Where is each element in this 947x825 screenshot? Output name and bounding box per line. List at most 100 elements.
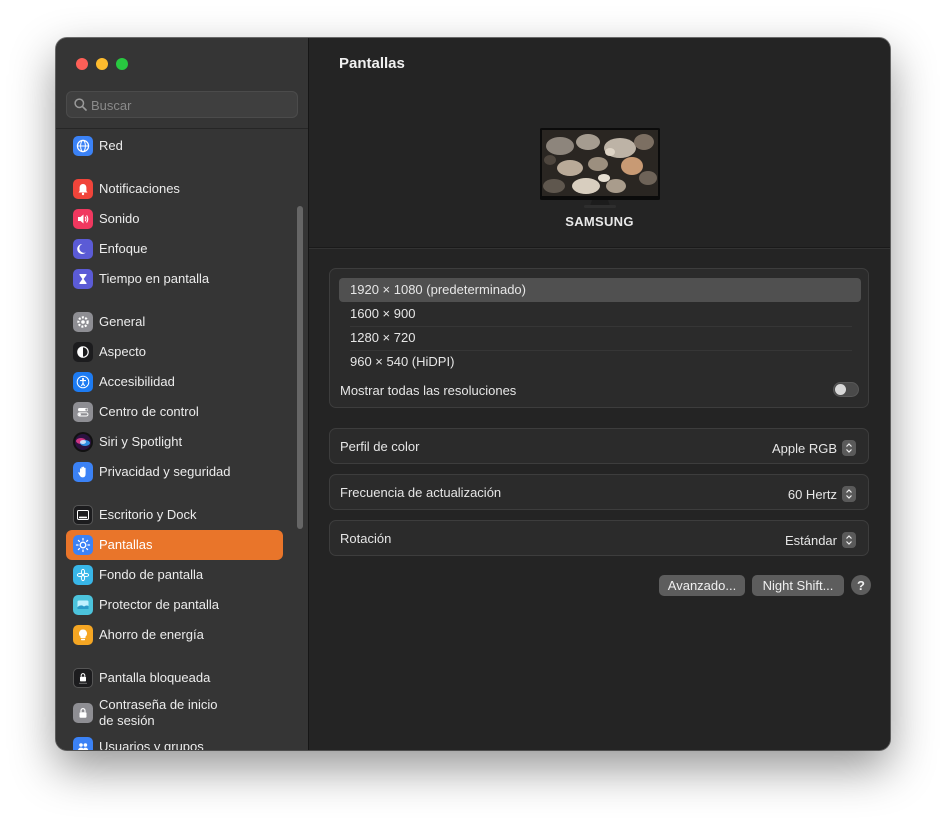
sidebar-item-label: Notificaciones xyxy=(99,181,180,196)
sidebar-item-centro-de-control[interactable]: Centro de control xyxy=(66,397,283,427)
sidebar-item-label: Protector de pantalla xyxy=(99,597,219,612)
sidebar-item-label: Fondo de pantalla xyxy=(99,567,204,582)
refresh-rate-label: Frecuencia de actualización xyxy=(340,485,502,500)
sidebar-item-usuarios-y-grupos[interactable]: Usuarios y grupos xyxy=(66,732,283,750)
sidebar-item-label: Pantallas xyxy=(99,537,153,552)
bell-icon xyxy=(73,179,93,199)
sidebar-item-label: Siri y Spotlight xyxy=(99,434,183,449)
sidebar-item-label: Ahorro de energía xyxy=(99,627,204,642)
search-field[interactable] xyxy=(66,91,298,118)
zoom-window-button[interactable] xyxy=(116,58,128,70)
resolution-option[interactable]: 1280 × 720 xyxy=(339,326,861,350)
sidebar-item-pantalla-bloqueada[interactable]: Pantalla bloqueada xyxy=(66,663,283,693)
globe-icon xyxy=(73,136,93,156)
header-divider-highlight xyxy=(309,248,890,249)
sidebar-list: Red Notificaciones Sonido Enfoque Tiempo… xyxy=(56,129,308,750)
screensaver-icon xyxy=(73,595,93,615)
sidebar-item-contrasena-de-inicio-de-sesion[interactable]: Contraseña de inicio de sesión xyxy=(66,697,283,728)
advanced-button[interactable]: Avanzado... xyxy=(659,575,745,596)
sidebar-item-label: Accesibilidad xyxy=(99,374,175,389)
rotation-row: Rotación Estándar xyxy=(329,520,869,556)
sidebar-item-accesibilidad[interactable]: Accesibilidad xyxy=(66,367,283,397)
sidebar-item-label: Enfoque xyxy=(99,241,148,256)
page-title: Pantallas xyxy=(339,55,405,72)
resolution-option[interactable]: 1600 × 900 xyxy=(339,302,861,326)
hourglass-icon xyxy=(73,269,93,289)
sidebar-item-enfoque[interactable]: Enfoque xyxy=(66,234,283,264)
search-icon xyxy=(74,98,87,111)
resolution-option[interactable]: 960 × 540 (HiDPI) xyxy=(339,350,861,374)
sidebar-item-notificaciones[interactable]: Notificaciones xyxy=(66,174,283,204)
lock-icon xyxy=(73,703,93,723)
resolution-label: 1920 × 1080 (predeterminado) xyxy=(350,282,526,297)
sun-icon xyxy=(73,535,93,555)
gear-icon xyxy=(73,312,93,332)
resolution-label: 1600 × 900 xyxy=(350,306,416,321)
speaker-icon xyxy=(73,209,93,229)
sidebar-item-general[interactable]: General xyxy=(66,307,283,337)
sidebar-scrollbar[interactable] xyxy=(297,206,303,529)
bulb-icon xyxy=(73,625,93,645)
sidebar-item-tiempo-en-pantalla[interactable]: Tiempo en pantalla xyxy=(66,264,283,294)
system-settings-window: Red Notificaciones Sonido Enfoque xyxy=(56,38,890,750)
sidebar-item-sonido[interactable]: Sonido xyxy=(66,204,283,234)
search-input[interactable] xyxy=(91,96,291,114)
minimize-window-button[interactable] xyxy=(96,58,108,70)
lock-screen-icon xyxy=(73,668,93,688)
help-button[interactable]: ? xyxy=(851,575,871,595)
resolution-option-selected[interactable]: 1920 × 1080 (predeterminado) xyxy=(339,278,861,302)
dock-icon xyxy=(73,505,93,525)
show-all-resolutions-label: Mostrar todas las resoluciones xyxy=(340,383,517,398)
sidebar-item-aspecto[interactable]: Aspecto xyxy=(66,337,283,367)
night-shift-button[interactable]: Night Shift... xyxy=(752,575,844,596)
sidebar-item-label: Sonido xyxy=(99,211,140,226)
main-pane: Pantallas SAMSUNG 1920 × 1080 (predeterm… xyxy=(309,38,890,750)
rotation-popup[interactable]: Estándar xyxy=(785,531,856,549)
sidebar-item-escritorio-y-dock[interactable]: Escritorio y Dock xyxy=(66,500,283,530)
updown-chevron-icon xyxy=(842,440,856,456)
moon-icon xyxy=(73,239,93,259)
resolution-card: 1920 × 1080 (predeterminado) 1600 × 900 … xyxy=(329,268,869,408)
sidebar-item-siri-y-spotlight[interactable]: Siri y Spotlight xyxy=(66,427,283,457)
resolution-label: 1280 × 720 xyxy=(350,330,416,345)
sidebar-item-label: Red xyxy=(99,138,123,153)
color-profile-popup[interactable]: Apple RGB xyxy=(772,439,856,457)
sidebar-item-ahorro-de-energia[interactable]: Ahorro de energía xyxy=(66,620,283,650)
sidebar-item-label: Aspecto xyxy=(99,344,146,359)
color-profile-row: Perfil de color Apple RGB xyxy=(329,428,869,464)
show-all-resolutions-toggle[interactable] xyxy=(833,382,859,397)
sidebar-item-label: Tiempo en pantalla xyxy=(99,271,210,286)
toggle-knob xyxy=(835,384,846,395)
accessibility-icon xyxy=(73,372,93,392)
color-profile-value: Apple RGB xyxy=(771,440,837,456)
sidebar-item-label: Pantalla bloqueada xyxy=(99,670,211,685)
color-profile-label: Perfil de color xyxy=(340,439,420,454)
appearance-icon xyxy=(73,342,93,362)
sidebar: Red Notificaciones Sonido Enfoque xyxy=(56,38,309,750)
refresh-rate-row: Frecuencia de actualización 60 Hertz xyxy=(329,474,869,510)
sidebar-item-red[interactable]: Red xyxy=(66,131,283,161)
users-icon xyxy=(73,737,93,750)
sidebar-item-privacidad-y-seguridad[interactable]: Privacidad y seguridad xyxy=(66,457,283,487)
control-center-icon xyxy=(73,402,93,422)
sidebar-item-protector-de-pantalla[interactable]: Protector de pantalla xyxy=(66,590,283,620)
flower-icon xyxy=(73,565,93,585)
sidebar-item-label: Privacidad y seguridad xyxy=(99,464,231,479)
sidebar-item-pantallas[interactable]: Pantallas xyxy=(66,530,283,560)
sidebar-item-label: General xyxy=(99,314,146,329)
close-window-button[interactable] xyxy=(76,58,88,70)
monitor-thumbnail[interactable] xyxy=(540,128,660,208)
hand-icon xyxy=(73,462,93,482)
rotation-label: Rotación xyxy=(340,531,392,546)
rotation-value: Estándar xyxy=(784,532,837,548)
resolution-label: 960 × 540 (HiDPI) xyxy=(350,354,455,369)
sidebar-item-label: Escritorio y Dock xyxy=(99,507,197,522)
siri-icon xyxy=(73,432,93,452)
refresh-rate-value: 60 Hertz xyxy=(787,486,837,502)
sidebar-item-label: Centro de control xyxy=(99,404,199,419)
refresh-rate-popup[interactable]: 60 Hertz xyxy=(788,485,856,503)
sidebar-item-fondo-de-pantalla[interactable]: Fondo de pantalla xyxy=(66,560,283,590)
monitor-name: SAMSUNG xyxy=(565,214,634,229)
updown-chevron-icon xyxy=(842,532,856,548)
updown-chevron-icon xyxy=(842,486,856,502)
